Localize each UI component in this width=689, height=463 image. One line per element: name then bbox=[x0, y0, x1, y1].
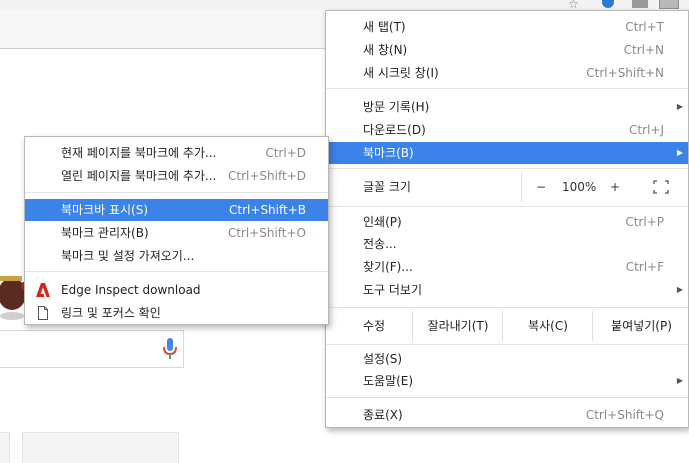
chrome-menu-button[interactable] bbox=[659, 0, 679, 9]
menu-separator bbox=[326, 206, 688, 207]
edit-row: 수정 잘라내기(T) 복사(C) 붙여넣기(P) bbox=[326, 311, 688, 341]
zoom-out-button[interactable]: − bbox=[536, 172, 546, 202]
extension-icon-2[interactable] bbox=[632, 0, 648, 8]
submenu-item-bookmark-open-pages[interactable]: 열린 페이지를 북마크에 추가... Ctrl+Shift+D bbox=[25, 165, 328, 187]
submenu-arrow-icon: ▶ bbox=[676, 148, 683, 157]
menu-item-find[interactable]: 찾기(F)... Ctrl+F bbox=[326, 256, 688, 278]
submenu-arrow-icon: ▶ bbox=[676, 102, 683, 111]
cut-button[interactable]: 잘라내기(T) bbox=[412, 311, 503, 341]
zoom-level: 100% bbox=[562, 180, 597, 194]
submenu-item-import-bookmarks[interactable]: 북마크 및 설정 가져오기... bbox=[25, 245, 328, 267]
chrome-main-menu: 새 탭(T) Ctrl+T 새 창(N) Ctrl+N 새 시크릿 창(I) C… bbox=[325, 10, 689, 428]
bookmarks-submenu: 현재 페이지를 북마크에 추가... Ctrl+D 열린 페이지를 북마크에 추… bbox=[24, 136, 329, 325]
zoom-in-button[interactable]: + bbox=[610, 172, 620, 202]
shortcut-tile[interactable] bbox=[0, 432, 10, 463]
zoom-controls: − 100% + bbox=[521, 172, 689, 202]
menu-separator bbox=[326, 88, 688, 89]
submenu-arrow-icon: ▶ bbox=[676, 376, 683, 385]
menu-item-new-tab[interactable]: 새 탭(T) Ctrl+T bbox=[326, 16, 688, 38]
menu-item-downloads[interactable]: 다운로드(D) Ctrl+J bbox=[326, 119, 688, 141]
zoom-row: 글꼴 크기 − 100% + bbox=[326, 172, 688, 202]
paste-button[interactable]: 붙여넣기(P) bbox=[592, 311, 689, 341]
submenu-item-show-bookmarks-bar[interactable]: 북마크바 표시(S) Ctrl+Shift+B bbox=[25, 199, 328, 221]
menu-item-history[interactable]: 방문 기록(H) ▶ bbox=[326, 96, 688, 118]
menu-separator bbox=[326, 168, 688, 169]
menu-item-exit[interactable]: 종료(X) Ctrl+Shift+Q bbox=[326, 404, 688, 426]
menu-separator bbox=[326, 397, 688, 398]
submenu-item-edge-inspect[interactable]: Edge Inspect download bbox=[25, 279, 328, 301]
microphone-icon[interactable] bbox=[162, 337, 178, 361]
menu-separator bbox=[326, 344, 688, 345]
menu-item-new-window[interactable]: 새 창(N) Ctrl+N bbox=[326, 39, 688, 61]
bookmark-star-icon[interactable]: ☆ bbox=[568, 0, 582, 8]
tab-strip bbox=[0, 10, 330, 49]
menu-separator bbox=[25, 271, 328, 272]
menu-separator bbox=[326, 307, 688, 308]
adobe-icon bbox=[36, 283, 50, 297]
menu-item-more-tools[interactable]: 도구 더보기 ▶ bbox=[326, 279, 688, 301]
page-icon bbox=[38, 306, 48, 320]
menu-item-cast[interactable]: 전송... bbox=[326, 233, 688, 255]
copy-button[interactable]: 복사(C) bbox=[502, 311, 593, 341]
shortcut-tile[interactable] bbox=[22, 432, 179, 463]
menu-item-new-incognito[interactable]: 새 시크릿 창(I) Ctrl+Shift+N bbox=[326, 62, 688, 84]
menu-item-settings[interactable]: 설정(S) bbox=[326, 348, 688, 370]
fullscreen-icon[interactable] bbox=[653, 180, 669, 194]
submenu-item-link-focus[interactable]: 링크 및 포커스 확인 bbox=[25, 302, 328, 324]
menu-item-print[interactable]: 인쇄(P) Ctrl+P bbox=[326, 211, 688, 233]
menu-item-bookmarks[interactable]: 북마크(B) ▶ bbox=[326, 142, 688, 164]
submenu-item-bookmark-manager[interactable]: 북마크 관리자(B) Ctrl+Shift+O bbox=[25, 222, 328, 244]
search-box[interactable] bbox=[0, 330, 184, 368]
submenu-item-bookmark-page[interactable]: 현재 페이지를 북마크에 추가... Ctrl+D bbox=[25, 142, 328, 164]
menu-separator bbox=[25, 192, 328, 193]
submenu-arrow-icon: ▶ bbox=[676, 285, 683, 294]
menu-item-help[interactable]: 도움말(E) ▶ bbox=[326, 370, 688, 392]
